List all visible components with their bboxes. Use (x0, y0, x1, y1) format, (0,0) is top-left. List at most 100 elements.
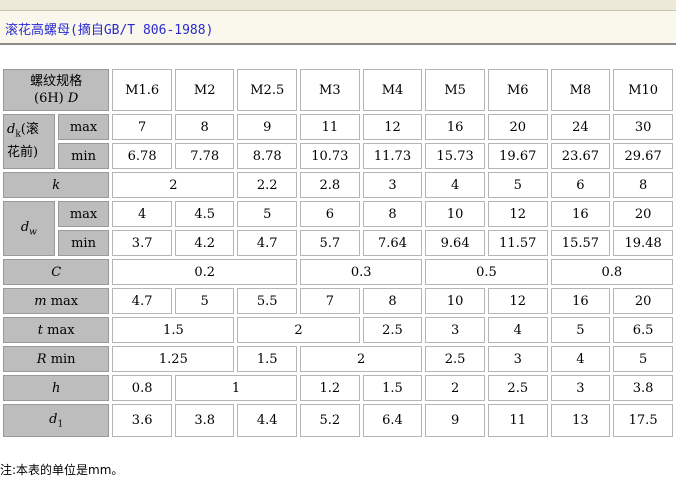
value-cell: 11.57 (487, 230, 548, 256)
value-cell: 16 (550, 288, 611, 314)
value-cell: 3.8 (613, 375, 673, 401)
value-cell: 5.5 (237, 288, 298, 314)
size-cell: M3 (300, 69, 360, 111)
value-cell: 12 (487, 201, 548, 227)
value-cell: 13 (550, 404, 611, 437)
value-cell: 2.5 (425, 346, 485, 372)
max-label-cell: max (57, 114, 110, 140)
size-cell: M6 (487, 69, 548, 111)
value-cell: 3.6 (112, 404, 172, 437)
value-cell: 2 (237, 317, 360, 343)
value-cell: 2.5 (362, 317, 423, 343)
value-cell: 9 (425, 404, 485, 437)
c-label-cell: C (3, 259, 110, 285)
value-cell: 4 (550, 346, 611, 372)
value-cell: 4.4 (237, 404, 298, 437)
value-cell: 2.5 (487, 375, 548, 401)
value-cell: 5 (174, 288, 235, 314)
value-cell: 6.78 (112, 143, 172, 169)
table-row: 螺纹规格 (6H) D M1.6 M2 M2.5 M3 M4 M5 M6 M8 M… (3, 69, 673, 111)
value-cell: 1.5 (237, 346, 298, 372)
value-cell: 23.67 (550, 143, 611, 169)
value-cell: 2.2 (237, 172, 298, 198)
value-cell: 29.67 (613, 143, 673, 169)
value-cell: 3.7 (112, 230, 172, 256)
min-label-cell: min (57, 143, 110, 169)
size-cell: M1.6 (112, 69, 172, 111)
value-cell: 19.67 (487, 143, 548, 169)
value-cell: 1.5 (362, 375, 423, 401)
value-cell: 8 (613, 172, 673, 198)
value-cell: 3 (550, 375, 611, 401)
value-cell: 4 (425, 172, 485, 198)
value-cell: 7 (300, 288, 360, 314)
size-cell: M5 (425, 69, 485, 111)
dk-label-cell: dk(滚 花前) (3, 114, 55, 169)
value-cell: 19.48 (613, 230, 673, 256)
value-cell: 4 (112, 201, 172, 227)
value-cell: 5 (237, 201, 298, 227)
table-row: k 2 2.2 2.8 3 4 5 6 8 (3, 172, 673, 198)
value-cell: 6 (550, 172, 611, 198)
value-cell: 10.73 (300, 143, 360, 169)
value-cell: 8 (362, 288, 423, 314)
value-cell: 8 (362, 201, 423, 227)
value-cell: 30 (613, 114, 673, 140)
size-cell: M2.5 (237, 69, 298, 111)
value-cell: 8 (174, 114, 235, 140)
value-cell: 20 (613, 201, 673, 227)
value-cell: 20 (487, 114, 548, 140)
table-row: min 3.7 4.2 4.7 5.7 7.64 9.64 11.57 15.5… (3, 230, 673, 256)
size-cell: M8 (550, 69, 611, 111)
table-row: h 0.8 1 1.2 1.5 2 2.5 3 3.8 (3, 375, 673, 401)
window-top-strip (0, 0, 676, 11)
k-label-cell: k (3, 172, 110, 198)
value-cell: 0.8 (112, 375, 172, 401)
value-cell: 11 (487, 404, 548, 437)
value-cell: 17.5 (613, 404, 673, 437)
value-cell: 4.5 (174, 201, 235, 227)
value-cell: 8.78 (237, 143, 298, 169)
value-cell: 3 (425, 317, 485, 343)
value-cell: 9.64 (425, 230, 485, 256)
value-cell: 0.3 (300, 259, 423, 285)
size-header-cell: 螺纹规格 (6H) D (3, 69, 110, 111)
value-cell: 20 (613, 288, 673, 314)
value-cell: 5.7 (300, 230, 360, 256)
value-cell: 15.57 (550, 230, 611, 256)
table-row: dw max 4 4.5 5 6 8 10 12 16 20 (3, 201, 673, 256)
value-cell: 2 (112, 172, 235, 198)
value-cell: 0.8 (550, 259, 673, 285)
footnote: 注:本表的单位是mm。 (0, 463, 124, 477)
value-cell: 12 (362, 114, 423, 140)
table-row: R min 1.25 1.5 2 2.5 3 4 5 (3, 346, 673, 372)
value-cell: 10 (425, 288, 485, 314)
table-row: d1 3.6 3.8 4.4 5.2 6.4 9 11 13 17.5 (3, 404, 673, 437)
table-row: m max 4.7 5 5.5 7 8 10 12 16 20 (3, 288, 673, 314)
d1-label-cell: d1 (3, 404, 110, 437)
value-cell: 1 (174, 375, 298, 401)
value-cell: 24 (550, 114, 611, 140)
value-cell: 5 (613, 346, 673, 372)
value-cell: 5 (487, 172, 548, 198)
dw-label-cell: dw (3, 201, 55, 256)
value-cell: 1.2 (300, 375, 360, 401)
value-cell: 6.4 (362, 404, 423, 437)
value-cell: 6 (300, 201, 360, 227)
value-cell: 3 (362, 172, 423, 198)
h-label-cell: h (3, 375, 110, 401)
title-bar: 滚花高螺母(摘自GB/T 806-1988) (0, 11, 676, 45)
value-cell: 5.2 (300, 404, 360, 437)
value-cell: 4.7 (112, 288, 172, 314)
value-cell: 0.5 (425, 259, 548, 285)
value-cell: 10 (425, 201, 485, 227)
value-cell: 7 (112, 114, 172, 140)
value-cell: 15.73 (425, 143, 485, 169)
page-title: 滚花高螺母(摘自GB/T 806-1988) (5, 23, 214, 38)
value-cell: 4.2 (174, 230, 235, 256)
m-label-cell: m max (3, 288, 110, 314)
size-cell: M2 (174, 69, 235, 111)
value-cell: 2 (425, 375, 485, 401)
value-cell: 6.5 (613, 317, 673, 343)
table-row: dk(滚 花前) max 7 8 9 11 12 16 20 24 30 (3, 114, 673, 169)
